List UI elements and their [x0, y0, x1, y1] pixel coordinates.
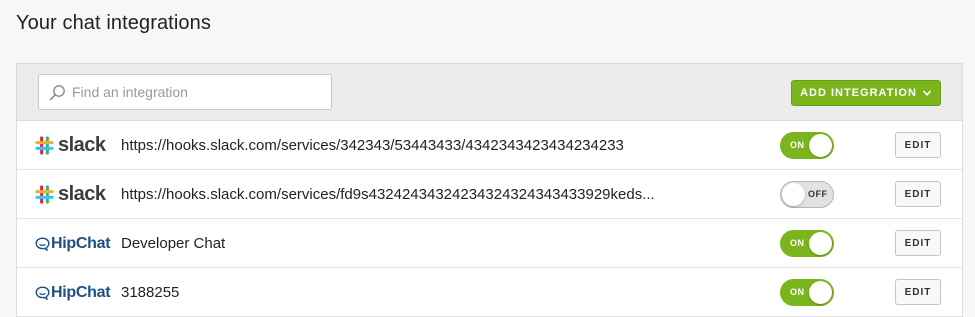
slack-logo: slack: [35, 183, 106, 206]
slack-logo: slack: [35, 134, 106, 157]
integrations-panel: ADD INTEGRATION slack https://hooks.slac…: [16, 63, 963, 317]
page-title: Your chat integrations: [16, 12, 211, 34]
slack-logo-text: slack: [58, 183, 106, 205]
slack-icon: [35, 185, 54, 204]
enable-toggle[interactable]: ON: [780, 229, 834, 257]
search-icon: [49, 84, 65, 100]
integration-row: HipChat 3188255 ON EDIT: [17, 268, 962, 317]
enable-toggle[interactable]: OFF: [780, 180, 834, 208]
hipchat-icon: [35, 285, 50, 300]
toggle-label: ON: [790, 139, 805, 150]
toggle-label: OFF: [808, 188, 828, 199]
edit-button[interactable]: EDIT: [895, 132, 941, 158]
chevron-down-icon: [922, 90, 932, 96]
enable-toggle[interactable]: ON: [780, 131, 834, 159]
edit-button[interactable]: EDIT: [895, 181, 941, 207]
search-box[interactable]: [38, 74, 332, 110]
service-logo: HipChat: [35, 268, 111, 317]
toggle-knob: [809, 231, 832, 255]
hipchat-logo-text: HipChat: [51, 234, 111, 252]
toggle-label: ON: [790, 237, 805, 248]
add-integration-label: ADD INTEGRATION: [800, 87, 917, 99]
integration-row: slack https://hooks.slack.com/services/f…: [17, 170, 962, 219]
integration-target: 3188255: [121, 283, 180, 301]
toggle-knob: [809, 280, 832, 304]
toggle-knob: [809, 133, 832, 157]
integration-target: https://hooks.slack.com/services/fd9s432…: [121, 185, 655, 203]
toggle-knob: [782, 182, 805, 206]
service-logo: HipChat: [35, 219, 111, 268]
service-logo: slack: [35, 170, 106, 219]
integration-target: Developer Chat: [121, 234, 226, 252]
integration-row: slack https://hooks.slack.com/services/3…: [17, 121, 962, 170]
slack-icon: [35, 136, 54, 155]
toggle-label: ON: [790, 286, 805, 297]
slack-logo-text: slack: [58, 134, 106, 156]
integration-row: HipChat Developer Chat ON EDIT: [17, 219, 962, 268]
hipchat-logo: HipChat: [35, 234, 111, 253]
hipchat-logo-text: HipChat: [51, 283, 111, 301]
service-logo: slack: [35, 121, 106, 170]
integration-target: https://hooks.slack.com/services/342343/…: [121, 136, 624, 154]
hipchat-logo: HipChat: [35, 283, 111, 302]
hipchat-icon: [35, 236, 50, 251]
search-input[interactable]: [72, 84, 322, 100]
edit-button[interactable]: EDIT: [895, 279, 941, 305]
edit-button[interactable]: EDIT: [895, 230, 941, 256]
enable-toggle[interactable]: ON: [780, 278, 834, 306]
toolbar: ADD INTEGRATION: [17, 64, 962, 121]
add-integration-button[interactable]: ADD INTEGRATION: [791, 80, 941, 106]
